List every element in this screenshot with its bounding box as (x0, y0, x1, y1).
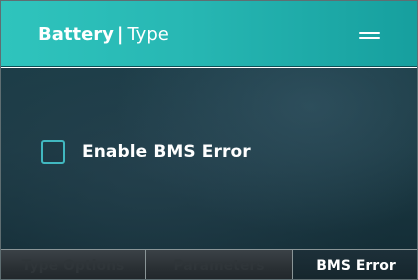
title-main: Battery (38, 24, 114, 45)
tab-parameters[interactable]: Parameters (146, 250, 293, 279)
hamburger-menu-icon[interactable] (357, 28, 383, 46)
tab-bms-error[interactable]: BMS Error (293, 250, 417, 279)
enable-bms-error-option[interactable]: Enable BMS Error (41, 140, 251, 164)
title-separator: | (116, 24, 124, 45)
menu-bar-bottom (359, 37, 380, 39)
tab-type-options[interactable]: Type Options (1, 250, 146, 279)
header-bar: Battery | Type (1, 1, 417, 67)
battery-type-window: Battery | Type Enable BMS Error Type Optio… (0, 0, 418, 280)
enable-bms-error-label[interactable]: Enable BMS Error (82, 142, 251, 162)
page-title: Battery | Type (38, 24, 169, 46)
menu-bar-top (359, 32, 380, 34)
title-sub: Type (127, 24, 169, 45)
bottom-tab-bar: Type Options Parameters BMS Error (1, 249, 417, 279)
enable-bms-error-checkbox[interactable] (41, 140, 65, 164)
content-panel: Enable BMS Error (1, 68, 417, 249)
